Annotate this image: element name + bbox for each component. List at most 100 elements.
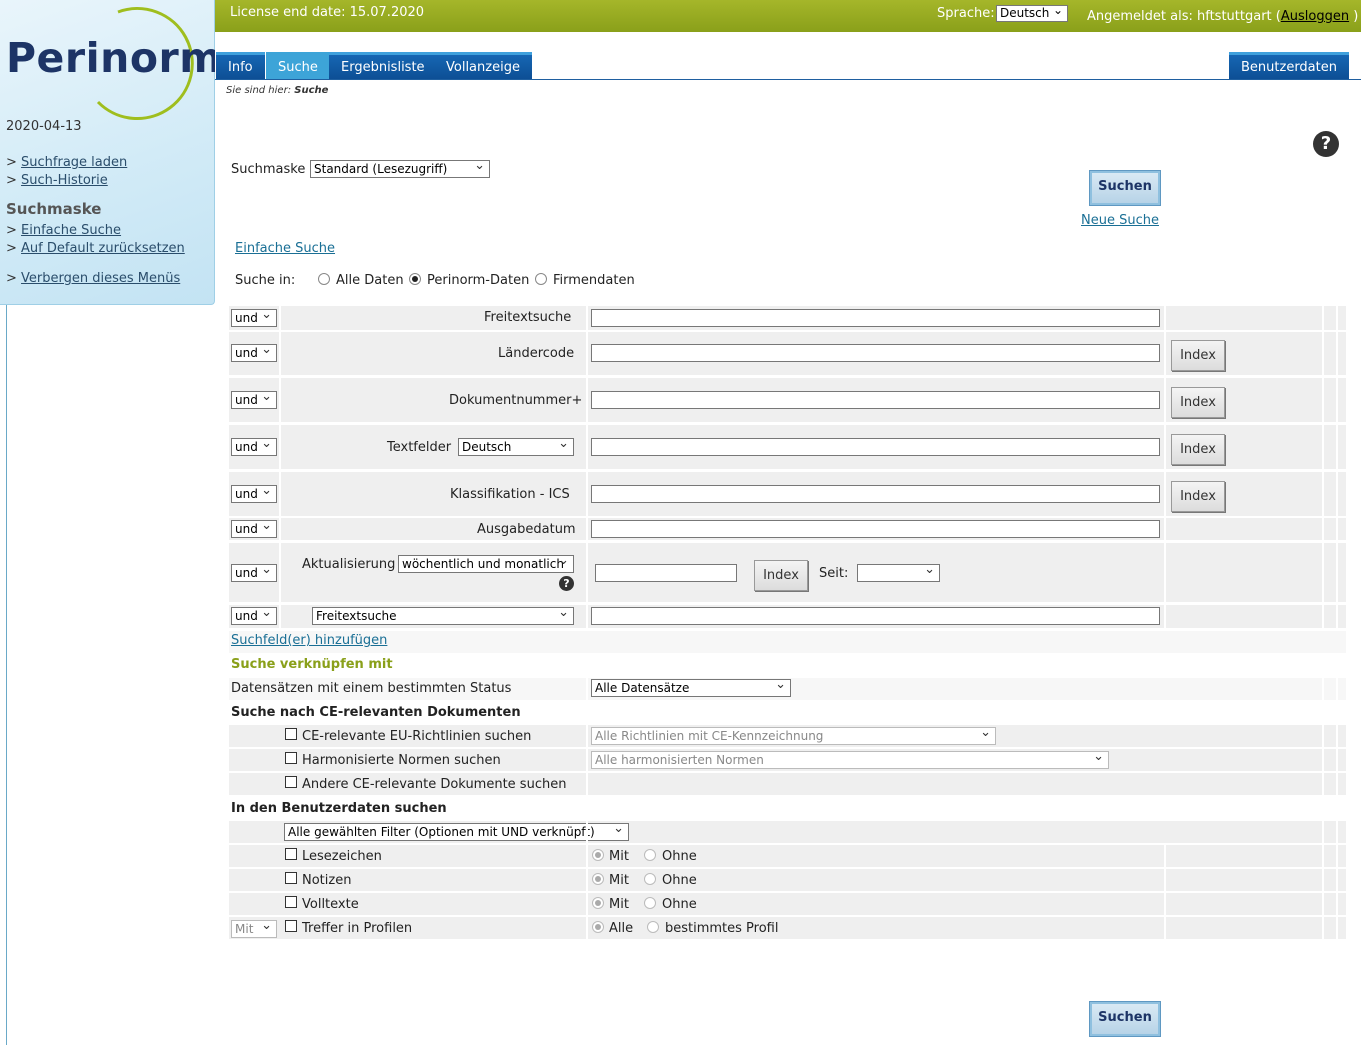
profile-hits-select[interactable]: Mit bbox=[231, 920, 277, 938]
fulltexts-without-label: Ohne bbox=[662, 897, 697, 912]
operator-select-row5[interactable]: und bbox=[231, 485, 277, 503]
radio-all-data-label: Alle Daten bbox=[336, 273, 404, 288]
radio-notes-with[interactable] bbox=[592, 873, 604, 885]
field-label-freitext: Freitextsuche bbox=[484, 310, 572, 325]
tab-benutzerdaten[interactable]: Benutzerdaten bbox=[1229, 52, 1349, 79]
operator-select-row7[interactable]: und bbox=[231, 564, 277, 582]
checkbox-fulltexts[interactable] bbox=[285, 896, 297, 908]
harmonized-norms-label: Harmonisierte Normen suchen bbox=[302, 753, 501, 768]
freitext-input[interactable] bbox=[591, 309, 1160, 327]
radio-profile-all[interactable] bbox=[592, 921, 604, 933]
field-type-select[interactable]: Freitextsuche bbox=[312, 607, 574, 625]
extra-field-input[interactable] bbox=[591, 607, 1160, 625]
column-divider bbox=[1336, 300, 1338, 628]
radio-fulltexts-without[interactable] bbox=[644, 897, 656, 909]
simple-search-sidebar-link[interactable]: Einfache Suche bbox=[21, 223, 121, 238]
index-button-aktualisierung[interactable]: Index bbox=[754, 560, 808, 591]
search-history-link[interactable]: Such-Historie bbox=[21, 173, 108, 188]
operator-select-row6[interactable]: und bbox=[231, 520, 277, 538]
index-button-dokumentnummer[interactable]: Index bbox=[1171, 387, 1225, 418]
simple-search-link[interactable]: Einfache Suche bbox=[235, 241, 335, 256]
sidebar-date: 2020-04-13 bbox=[6, 119, 82, 134]
checkbox-notes[interactable] bbox=[285, 872, 297, 884]
help-icon[interactable]: ? bbox=[1313, 131, 1339, 157]
load-query-link[interactable]: Suchfrage laden bbox=[21, 155, 127, 170]
link-search-heading: Suche verknüpfen mit bbox=[231, 657, 393, 672]
radio-notes-without[interactable] bbox=[644, 873, 656, 885]
search-button-top[interactable]: Suchen bbox=[1089, 170, 1161, 206]
checkbox-profile-hits[interactable] bbox=[285, 920, 297, 932]
add-search-fields-link[interactable]: Suchfeld(er) hinzufügen bbox=[231, 633, 387, 648]
since-label: Seit: bbox=[819, 566, 849, 581]
column-divider bbox=[586, 678, 588, 939]
bookmarks-with-label: Mit bbox=[609, 849, 629, 864]
laendercode-input[interactable] bbox=[591, 344, 1160, 362]
textfelder-input[interactable] bbox=[591, 438, 1160, 456]
table-row bbox=[229, 845, 1346, 867]
sidebar-item-reset-default: > Auf Default zurücksetzen bbox=[6, 241, 185, 256]
tab-ergebnisliste[interactable]: Ergebnisliste bbox=[329, 52, 437, 79]
tab-strip: Info Suche Ergebnisliste Vollanzeige Ben… bbox=[215, 32, 1361, 80]
radio-company-data[interactable] bbox=[535, 273, 547, 285]
logout-link[interactable]: Ausloggen bbox=[1281, 9, 1349, 24]
radio-bookmarks-without[interactable] bbox=[644, 849, 656, 861]
radio-profile-specific[interactable] bbox=[647, 921, 659, 933]
checkbox-ce-directives[interactable] bbox=[285, 728, 297, 740]
column-divider bbox=[586, 306, 588, 628]
column-divider bbox=[1164, 845, 1166, 939]
klassifikation-input[interactable] bbox=[591, 485, 1160, 503]
search-in-label: Suche in: bbox=[235, 273, 296, 288]
operator-select-row8[interactable]: und bbox=[231, 607, 277, 625]
field-label-ausgabedatum: Ausgabedatum bbox=[477, 522, 576, 537]
radio-bookmarks-with[interactable] bbox=[592, 849, 604, 861]
operator-select-row3[interactable]: und bbox=[231, 391, 277, 409]
checkbox-bookmarks[interactable] bbox=[285, 848, 297, 860]
hide-menu-link[interactable]: Verbergen dieses Menüs bbox=[21, 271, 180, 286]
new-search-link[interactable]: Neue Suche bbox=[1081, 213, 1159, 228]
help-icon-aktualisierung[interactable]: ? bbox=[559, 576, 574, 591]
harmonized-norms-select[interactable]: Alle harmonisierten Normen bbox=[591, 751, 1109, 769]
index-button-klassifikation[interactable]: Index bbox=[1171, 481, 1225, 512]
radio-company-data-label: Firmendaten bbox=[553, 273, 635, 288]
tab-vollanzeige[interactable]: Vollanzeige bbox=[434, 52, 532, 79]
reset-default-link[interactable]: Auf Default zurücksetzen bbox=[21, 241, 185, 256]
since-select[interactable] bbox=[857, 564, 940, 582]
radio-all-data[interactable] bbox=[318, 273, 330, 285]
column-divider bbox=[279, 306, 281, 628]
aktualisierung-select[interactable]: wöchentlich und monatlich bbox=[398, 555, 574, 573]
index-button-laendercode[interactable]: Index bbox=[1171, 340, 1225, 371]
notes-label: Notizen bbox=[302, 873, 352, 888]
textfelder-language-select[interactable]: Deutsch bbox=[458, 438, 574, 456]
field-label-dokumentnummer: Dokumentnummer+ bbox=[449, 393, 583, 408]
search-button-bottom[interactable]: Suchen bbox=[1089, 1001, 1161, 1037]
status-select[interactable]: Alle Datensätze bbox=[591, 679, 791, 697]
user-filter-select[interactable]: Alle gewählten Filter (Optionen mit UND … bbox=[284, 823, 629, 841]
ce-directives-select[interactable]: Alle Richtlinien mit CE-Kennzeichnung bbox=[591, 727, 996, 745]
tab-info[interactable]: Info bbox=[216, 52, 265, 79]
checkbox-harmonized-norms[interactable] bbox=[285, 752, 297, 764]
operator-select-row2[interactable]: und bbox=[231, 344, 277, 362]
aktualisierung-input[interactable] bbox=[595, 564, 737, 582]
bookmarks-label: Lesezeichen bbox=[302, 849, 382, 864]
tab-suche[interactable]: Suche bbox=[266, 52, 330, 79]
operator-select-row1[interactable]: und bbox=[231, 309, 277, 327]
ausgabedatum-input[interactable] bbox=[591, 520, 1160, 538]
top-bar: License end date: 15.07.2020 Sprache: De… bbox=[215, 0, 1361, 32]
ce-heading: Suche nach CE-relevanten Dokumenten bbox=[231, 705, 521, 720]
sidebar-heading: Suchmaske bbox=[6, 200, 102, 218]
notes-without-label: Ohne bbox=[662, 873, 697, 888]
operator-select-row4[interactable]: und bbox=[231, 438, 277, 456]
checkbox-other-ce-docs[interactable] bbox=[285, 776, 297, 788]
sidebar-item-load-query: > Suchfrage laden bbox=[6, 155, 128, 170]
profile-all-label: Alle bbox=[609, 921, 634, 936]
index-button-textfelder[interactable]: Index bbox=[1171, 434, 1225, 465]
field-label-textfelder: Textfelder bbox=[387, 440, 452, 455]
radio-perinorm-data[interactable] bbox=[409, 273, 421, 285]
column-divider bbox=[1336, 678, 1338, 939]
dokumentnummer-input[interactable] bbox=[591, 391, 1160, 409]
sidebar-border-line bbox=[6, 305, 7, 1045]
profile-specific-label: bestimmtes Profil bbox=[665, 921, 779, 936]
radio-fulltexts-with[interactable] bbox=[592, 897, 604, 909]
language-select[interactable]: Deutsch ⌄ bbox=[996, 3, 1068, 22]
search-mask-select[interactable]: Standard (Lesezugriff) bbox=[310, 160, 490, 178]
